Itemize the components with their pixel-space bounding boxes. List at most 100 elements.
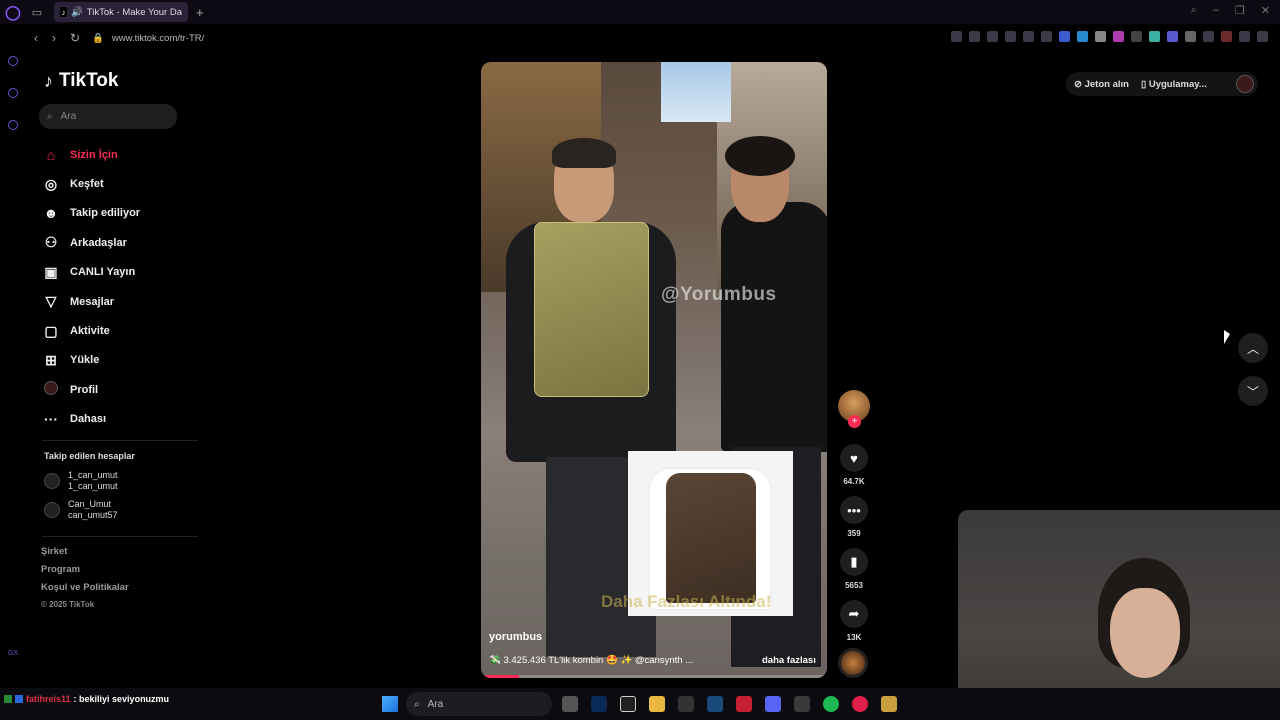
speaker-icon[interactable]: 🔊 <box>71 7 83 18</box>
user-avatar[interactable] <box>1236 75 1254 93</box>
extension-e-icon[interactable] <box>1131 31 1142 42</box>
steam-icon[interactable] <box>707 696 723 712</box>
red-app-icon[interactable] <box>736 696 752 712</box>
windows-start-icon[interactable] <box>382 696 398 712</box>
back-button[interactable]: ‹ <box>34 31 38 45</box>
video-progress-bar[interactable] <box>481 675 827 678</box>
account-handle: 1_can_umut <box>68 481 118 491</box>
shield-icon[interactable] <box>987 31 998 42</box>
footer-terms-link[interactable]: Koşul ve Politikalar <box>41 582 129 600</box>
search-input[interactable]: ⌕ Ara <box>39 104 177 129</box>
nav-item-activity[interactable]: ▢ Aktivite <box>42 316 212 345</box>
following-account[interactable]: Can_Umut can_umut57 <box>44 499 194 521</box>
puzzle-icon[interactable] <box>1203 31 1214 42</box>
nav-item-for-you[interactable]: ⌂ Sizin İçin <box>42 140 212 169</box>
video-progress-fill <box>481 675 520 678</box>
extension-g-icon[interactable] <box>1167 31 1178 42</box>
divider <box>42 440 198 441</box>
chevron-down-icon: ﹀ <box>1246 384 1259 399</box>
see-more-button[interactable]: daha fazlası <box>762 655 816 666</box>
follow-plus-button[interactable]: + <box>848 415 861 428</box>
heart-icon[interactable] <box>1041 31 1052 42</box>
footer-company-link[interactable]: Şirket <box>41 546 129 564</box>
extension-c-icon[interactable] <box>1095 31 1106 42</box>
gx-label: GX <box>8 650 19 657</box>
previous-video-button[interactable]: ︿ <box>1238 333 1268 363</box>
avatar <box>44 473 60 489</box>
minimize-button[interactable]: – <box>1213 4 1219 17</box>
save-action[interactable]: ▮ 5653 <box>838 548 870 590</box>
music-disc-icon[interactable] <box>838 648 868 678</box>
nav-item-profile[interactable]: Profil <box>42 375 212 404</box>
nav-item-following[interactable]: ☻ Takip ediliyor <box>42 199 212 228</box>
extension-h-icon[interactable] <box>1185 31 1196 42</box>
game-launcher-icon[interactable] <box>881 696 897 712</box>
profile-icon[interactable] <box>1221 31 1232 42</box>
settings-icon[interactable] <box>8 120 18 130</box>
next-video-button[interactable]: ﹀ <box>1238 376 1268 406</box>
opera-logo-icon[interactable]: ◯ <box>0 0 26 24</box>
extension-d-icon[interactable] <box>1113 31 1124 42</box>
url-field[interactable]: www.tiktok.com/tr-TR/ <box>112 33 204 44</box>
footer-program-link[interactable]: Program <box>41 564 129 582</box>
comment-icon[interactable]: ••• <box>840 496 868 524</box>
account-name: Can_Umut <box>68 499 112 509</box>
capcut-icon[interactable] <box>620 696 636 712</box>
forward-button[interactable]: › <box>52 31 56 45</box>
share-arrow-icon[interactable]: ➦ <box>840 600 868 628</box>
ai-icon[interactable] <box>8 56 18 66</box>
chat-badge-icon <box>15 695 23 703</box>
obs-icon[interactable] <box>794 696 810 712</box>
like-action[interactable]: ♥ 64.7K <box>838 444 870 486</box>
heart-icon[interactable]: ♥ <box>840 444 868 472</box>
photoshop-icon[interactable] <box>591 696 607 712</box>
following-title: Takip edilen hesaplar <box>44 451 135 461</box>
search-icon: ⌕ <box>47 111 53 122</box>
play-icon[interactable] <box>1023 31 1034 42</box>
browser-tab-tiktok[interactable]: ♪ 🔊 TikTok - Make Your Da <box>54 2 188 22</box>
avatar <box>44 502 60 518</box>
discord-icon[interactable] <box>765 696 781 712</box>
upload-plus-icon: ⊞ <box>45 351 57 368</box>
get-coins-button[interactable]: ⊘ Jeton alın <box>1074 79 1129 90</box>
nav-item-live[interactable]: ▣ CANLI Yayın <box>42 258 212 287</box>
tiktok-logo[interactable]: ♪ TikTok <box>44 70 118 92</box>
creator-avatar[interactable]: + <box>838 390 870 428</box>
menu-icon[interactable] <box>1257 31 1268 42</box>
history-icon[interactable] <box>8 88 18 98</box>
save-count: 5653 <box>845 581 863 590</box>
reload-button[interactable]: ↻ <box>70 31 80 45</box>
video-username[interactable]: yorumbus <box>489 631 542 643</box>
close-window-button[interactable]: ✕ <box>1261 4 1270 17</box>
bookmark-icon[interactable]: ▮ <box>840 548 868 576</box>
translate-icon[interactable] <box>1005 31 1016 42</box>
search-tabs-icon[interactable]: ⌕ <box>1191 4 1197 17</box>
nav-item-more[interactable]: ··· Dahası <box>42 405 212 434</box>
get-app-button[interactable]: ▯ Uygulamay... <box>1141 79 1207 90</box>
friends-icon: ⚇ <box>44 234 58 251</box>
taskbar-search-input[interactable]: ⌕ Ara <box>406 692 552 716</box>
nav-item-upload[interactable]: ⊞ Yükle <box>42 346 212 375</box>
chat-text: : bekiliyi seviyonuzmu <box>73 694 170 704</box>
nav-item-explore[interactable]: ◎ Keşfet <box>42 169 212 198</box>
file-explorer-icon[interactable] <box>649 696 665 712</box>
task-view-icon[interactable] <box>562 696 578 712</box>
share-action[interactable]: ➦ 13K <box>838 600 870 642</box>
nav-item-messages[interactable]: ▽ Mesajlar <box>42 287 212 316</box>
extension-b-icon[interactable] <box>1077 31 1088 42</box>
video-player[interactable]: @Yorumbus Daha Fazlası Altında! yorumbus… <box>481 62 827 678</box>
tab-manager-icon[interactable]: ▭ <box>26 0 48 24</box>
maximize-button[interactable]: ❐ <box>1235 4 1245 17</box>
new-tab-button[interactable]: + <box>196 5 204 20</box>
following-account[interactable]: 1_can_umut 1_can_umut <box>44 470 194 492</box>
download-icon[interactable] <box>1239 31 1250 42</box>
extension-a-icon[interactable] <box>1059 31 1070 42</box>
opera-gx-icon[interactable] <box>852 696 868 712</box>
spotify-icon[interactable] <box>823 696 839 712</box>
comment-action[interactable]: ••• 359 <box>838 496 870 538</box>
extension-f-icon[interactable] <box>1149 31 1160 42</box>
epic-games-icon[interactable] <box>678 696 694 712</box>
pin-icon[interactable] <box>951 31 962 42</box>
snapshot-icon[interactable] <box>969 31 980 42</box>
nav-item-friends[interactable]: ⚇ Arkadaşlar <box>42 228 212 257</box>
